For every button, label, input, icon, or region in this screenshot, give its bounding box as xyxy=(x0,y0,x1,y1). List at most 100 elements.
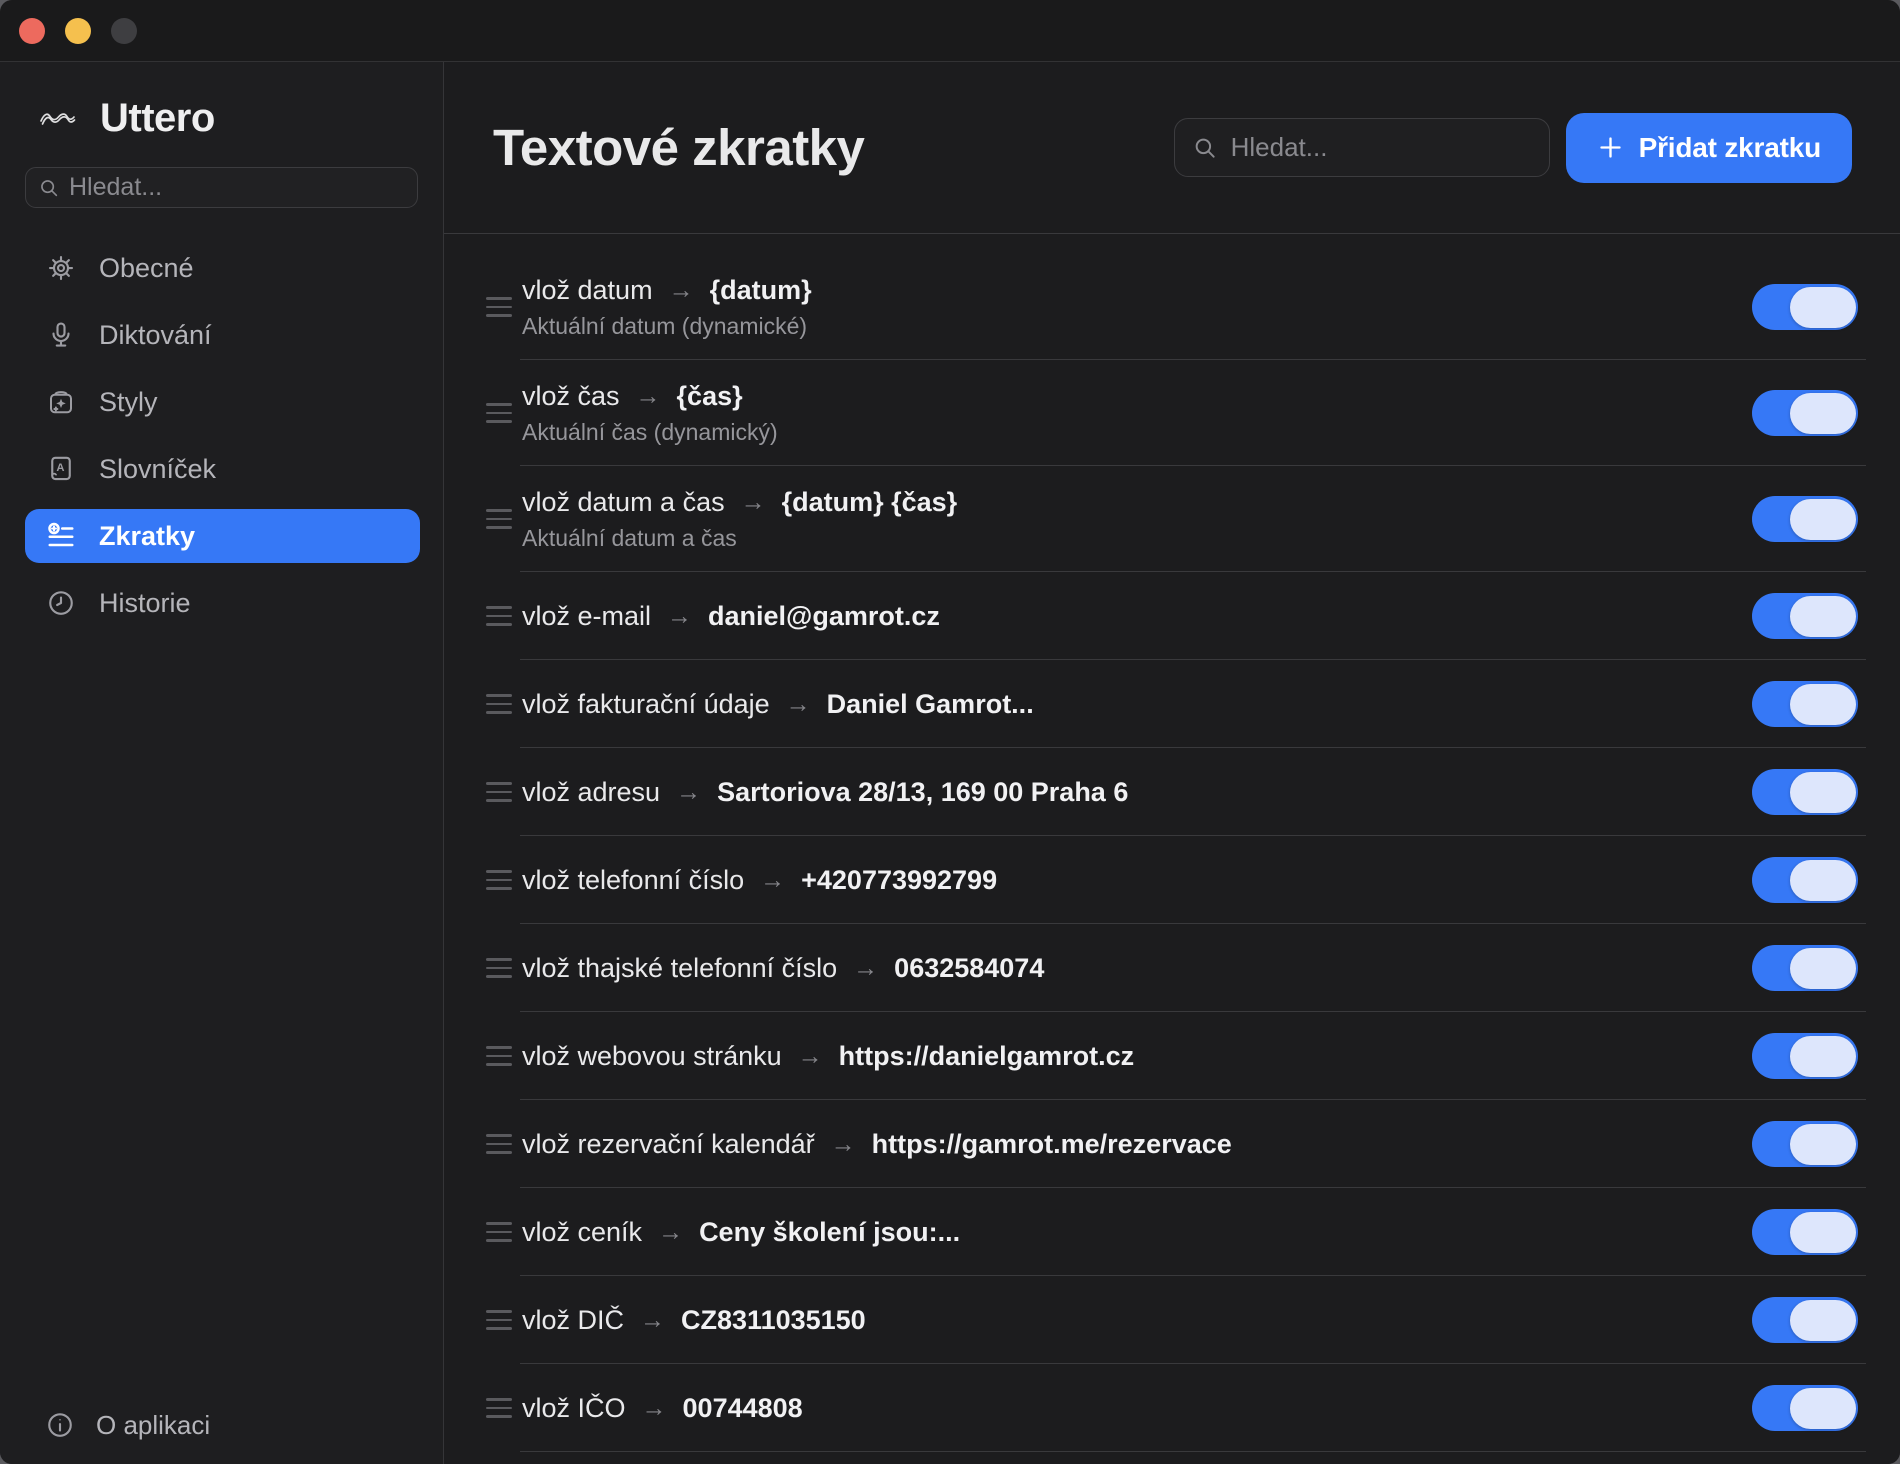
shortcuts-icon xyxy=(45,521,76,551)
drag-handle-icon[interactable] xyxy=(486,1398,512,1418)
shortcut-toggle[interactable] xyxy=(1752,390,1858,436)
shortcut-value: daniel@gamrot.cz xyxy=(708,601,940,632)
sidebar-item-slovnicek[interactable]: A Slovníček xyxy=(25,442,420,496)
toggle-knob xyxy=(1790,393,1856,434)
shortcut-value: Ceny školení jsou:... xyxy=(699,1217,960,1248)
drag-handle-icon[interactable] xyxy=(486,1134,512,1154)
add-shortcut-button[interactable]: Přidat zkratku xyxy=(1566,113,1852,183)
shortcut-row[interactable]: vlož datum → {datum} Aktuální datum (dyn… xyxy=(444,254,1900,360)
shortcut-name: vlož datum a čas xyxy=(522,487,725,518)
shortcut-subtitle: Aktuální datum a čas xyxy=(522,525,1732,552)
shortcut-toggle[interactable] xyxy=(1752,284,1858,330)
shortcut-text: vlož ceník → Ceny školení jsou:... xyxy=(522,1217,1732,1248)
shortcut-text: vlož rezervační kalendář → https://gamro… xyxy=(522,1129,1732,1160)
shortcuts-search-field[interactable] xyxy=(1174,118,1550,177)
shortcut-row[interactable]: vlož IČO → 00744808 xyxy=(444,1364,1900,1452)
shortcut-value: 00744808 xyxy=(683,1393,803,1424)
shortcut-row[interactable]: vlož fakturační údaje → Daniel Gamrot... xyxy=(444,660,1900,748)
shortcut-value: +420773992799 xyxy=(801,865,997,896)
toggle-knob xyxy=(1790,1036,1856,1077)
traffic-lights xyxy=(19,18,137,44)
shortcut-value: {datum} {čas} xyxy=(782,487,958,518)
shortcut-value: https://gamrot.me/rezervace xyxy=(872,1129,1232,1160)
toggle-knob xyxy=(1790,684,1856,725)
shortcut-toggle[interactable] xyxy=(1752,857,1858,903)
shortcut-value: {čas} xyxy=(677,381,743,412)
drag-handle-icon[interactable] xyxy=(486,870,512,890)
shortcut-toggle[interactable] xyxy=(1752,681,1858,727)
shortcut-value: {datum} xyxy=(710,275,812,306)
minimize-window-button[interactable] xyxy=(65,18,91,44)
arrow-right-icon: → xyxy=(853,954,878,983)
sidebar-item-diktovani[interactable]: Diktování xyxy=(25,308,420,362)
sidebar-search-input[interactable] xyxy=(69,173,405,202)
shortcut-toggle[interactable] xyxy=(1752,1209,1858,1255)
close-window-button[interactable] xyxy=(19,18,45,44)
sidebar-item-historie[interactable]: Historie xyxy=(25,576,420,630)
arrow-right-icon: → xyxy=(669,276,694,305)
shortcut-row[interactable]: vlož datum a čas → {datum} {čas} Aktuáln… xyxy=(444,466,1900,572)
arrow-right-icon: → xyxy=(798,1042,823,1071)
shortcut-toggle[interactable] xyxy=(1752,945,1858,991)
toggle-knob xyxy=(1790,860,1856,901)
shortcut-value: https://danielgamrot.cz xyxy=(839,1041,1135,1072)
shortcut-toggle[interactable] xyxy=(1752,1121,1858,1167)
shortcut-toggle[interactable] xyxy=(1752,769,1858,815)
main-pane: Textové zkratky Přidat z xyxy=(444,62,1900,1464)
arrow-right-icon: → xyxy=(667,602,692,631)
shortcut-text: vlož thajské telefonní číslo → 063258407… xyxy=(522,953,1732,984)
drag-handle-icon[interactable] xyxy=(486,1310,512,1330)
shortcut-toggle[interactable] xyxy=(1752,1385,1858,1431)
about-app-button[interactable]: O aplikaci xyxy=(25,1402,420,1448)
drag-handle-icon[interactable] xyxy=(486,606,512,626)
shortcut-name: vlož datum xyxy=(522,275,653,306)
drag-handle-icon[interactable] xyxy=(486,958,512,978)
add-shortcut-label: Přidat zkratku xyxy=(1639,132,1821,164)
shortcut-toggle[interactable] xyxy=(1752,496,1858,542)
shortcut-row[interactable]: vlož thajské telefonní číslo → 063258407… xyxy=(444,924,1900,1012)
shortcuts-search-input[interactable] xyxy=(1231,132,1532,163)
shortcut-row[interactable]: vlož telefonní číslo → +420773992799 xyxy=(444,836,1900,924)
info-icon xyxy=(45,1410,75,1440)
toggle-knob xyxy=(1790,1124,1856,1165)
shortcut-value: CZ8311035150 xyxy=(681,1305,866,1336)
sidebar-search-field[interactable] xyxy=(25,167,418,208)
arrow-right-icon: → xyxy=(741,488,766,517)
arrow-right-icon: → xyxy=(642,1394,667,1423)
drag-handle-icon[interactable] xyxy=(486,403,512,423)
shortcut-toggle[interactable] xyxy=(1752,1033,1858,1079)
drag-handle-icon[interactable] xyxy=(486,509,512,529)
drag-handle-icon[interactable] xyxy=(486,297,512,317)
shortcut-name: vlož DIČ xyxy=(522,1305,624,1336)
arrow-right-icon: → xyxy=(658,1218,683,1247)
shortcut-value: 0632584074 xyxy=(894,953,1044,984)
drag-handle-icon[interactable] xyxy=(486,1222,512,1242)
shortcut-row[interactable]: vlož adresu → Sartoriova 28/13, 169 00 P… xyxy=(444,748,1900,836)
shortcut-name: vlož ceník xyxy=(522,1217,642,1248)
sidebar-item-obecne[interactable]: Obecné xyxy=(25,241,420,295)
shortcut-name: vlož webovou stránku xyxy=(522,1041,782,1072)
shortcut-row[interactable]: vlož DIČ → CZ8311035150 xyxy=(444,1276,1900,1364)
shortcut-row[interactable]: vlož rezervační kalendář → https://gamro… xyxy=(444,1100,1900,1188)
shortcut-row[interactable]: vlož e-mail → daniel@gamrot.cz xyxy=(444,572,1900,660)
shortcut-text: vlož datum a čas → {datum} {čas} Aktuáln… xyxy=(522,487,1732,552)
shortcut-toggle[interactable] xyxy=(1752,593,1858,639)
drag-handle-icon[interactable] xyxy=(486,782,512,802)
shortcut-row[interactable]: vlož ceník → Ceny školení jsou:... xyxy=(444,1188,1900,1276)
sidebar-item-styly[interactable]: Styly xyxy=(25,375,420,429)
shortcut-row[interactable]: vlož čas → {čas} Aktuální čas (dynamický… xyxy=(444,360,1900,466)
titlebar xyxy=(0,0,1900,62)
sidebar-item-label: Styly xyxy=(99,387,158,418)
toggle-knob xyxy=(1790,1212,1856,1253)
shortcut-text: vlož IČO → 00744808 xyxy=(522,1393,1732,1424)
drag-handle-icon[interactable] xyxy=(486,694,512,714)
drag-handle-icon[interactable] xyxy=(486,1046,512,1066)
shortcut-text: vlož datum → {datum} Aktuální datum (dyn… xyxy=(522,275,1732,340)
shortcut-toggle[interactable] xyxy=(1752,1297,1858,1343)
arrow-right-icon: → xyxy=(760,866,785,895)
sidebar-item-zkratky[interactable]: Zkratky xyxy=(25,509,420,563)
search-icon xyxy=(38,177,60,199)
shortcut-name: vlož adresu xyxy=(522,777,660,808)
shortcut-row[interactable]: vlož webovou stránku → https://danielgam… xyxy=(444,1012,1900,1100)
dictionary-icon: A xyxy=(45,454,76,484)
